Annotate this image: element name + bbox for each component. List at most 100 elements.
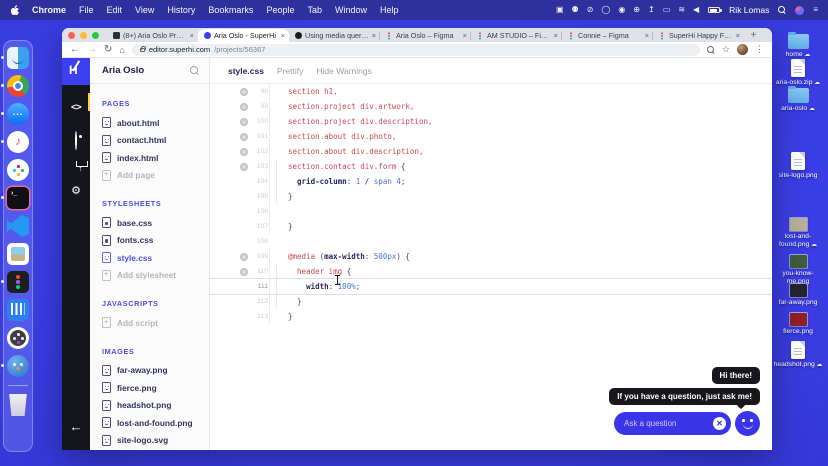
- tab-using-media-queries-css-c[interactable]: Using media queries - CSS: C×: [289, 29, 380, 42]
- code-line-112[interactable]: 112 }: [210, 294, 772, 309]
- menu-chrome[interactable]: Chrome: [32, 5, 66, 15]
- music-app-icon[interactable]: [7, 131, 29, 153]
- zoom-icon[interactable]: [707, 46, 715, 54]
- code-view-icon[interactable]: <>: [62, 97, 90, 115]
- do-not-disturb-icon[interactable]: ⊘: [587, 6, 594, 14]
- back-arrow-button[interactable]: ←: [70, 419, 83, 434]
- menu-help[interactable]: Help: [380, 5, 399, 15]
- desktop-icon-lost-and-found-png[interactable]: lost-and-found.png ☁: [770, 218, 826, 249]
- trash-app-icon[interactable]: [7, 394, 29, 416]
- forward-button[interactable]: →: [87, 45, 97, 55]
- upload-icon[interactable]: ↥: [648, 6, 655, 14]
- menu-edit[interactable]: Edit: [107, 5, 123, 15]
- screen-mirroring-icon[interactable]: ▣: [556, 6, 564, 14]
- display-icon[interactable]: ▭: [663, 6, 671, 14]
- menu-user-name[interactable]: Rik Lomas: [729, 5, 769, 15]
- desktop-icon-home[interactable]: home ☁: [770, 34, 826, 59]
- reel-app-icon[interactable]: [7, 327, 29, 349]
- settings-gear-icon[interactable]: ⚙: [62, 184, 90, 197]
- prettify-button[interactable]: Prettify: [277, 66, 303, 76]
- tab-superhi-happy-flowers-fig[interactable]: SuperHi Happy Flowers – Fig×: [653, 29, 744, 42]
- tab-close-icon[interactable]: ×: [190, 32, 194, 40]
- sidebar-item-headshot-png[interactable]: headshot.png: [102, 397, 209, 415]
- code-line-99[interactable]: 99section.project div.artwork,: [210, 99, 772, 114]
- sidebar-item-base-css[interactable]: base.css: [102, 214, 209, 232]
- loop-icon[interactable]: ◯: [601, 6, 610, 14]
- code-line-108[interactable]: 108: [210, 234, 772, 249]
- apple-menu-icon[interactable]: [10, 5, 20, 16]
- menu-tab[interactable]: Tab: [307, 5, 322, 15]
- tab-close-icon[interactable]: ×: [372, 32, 376, 40]
- spotlight-icon[interactable]: [778, 6, 786, 14]
- code-line-102[interactable]: 102section.about div.description,: [210, 144, 772, 159]
- code-line-98[interactable]: 98section h1,: [210, 84, 772, 99]
- menu-history[interactable]: History: [167, 5, 195, 15]
- tab-close-icon[interactable]: ×: [736, 32, 740, 40]
- new-tab-button[interactable]: +: [747, 29, 760, 42]
- sidebar-item-fonts-css[interactable]: fonts.css: [102, 232, 209, 250]
- code-editor[interactable]: 98section h1,99section.project div.artwo…: [210, 84, 772, 324]
- tab-close-icon[interactable]: ×: [645, 32, 649, 40]
- menu-people[interactable]: People: [266, 5, 294, 15]
- profile-avatar[interactable]: [737, 44, 748, 55]
- desktop-icon-headshot-png[interactable]: headshot.png ☁: [770, 341, 826, 369]
- siri-icon[interactable]: [795, 6, 804, 15]
- menu-file[interactable]: File: [79, 5, 94, 15]
- code-line-100[interactable]: 100section.project div.description,: [210, 114, 772, 129]
- address-bar[interactable]: editor.superhi.com/projects/56367: [132, 44, 700, 56]
- maximize-window-button[interactable]: [92, 32, 99, 39]
- tab-aria-oslo-figma[interactable]: Aria Oslo – Figma×: [380, 29, 471, 42]
- critter-app-icon[interactable]: [7, 355, 29, 377]
- code-line-105[interactable]: 105}: [210, 189, 772, 204]
- sidebar-item-add-page[interactable]: Add page: [102, 167, 209, 185]
- tab-am-studio-figma[interactable]: AM STUDIO – Figma×: [471, 29, 562, 42]
- chat-smiley-button[interactable]: [735, 411, 760, 436]
- bookmark-star-icon[interactable]: ☆: [722, 44, 730, 55]
- sidebar-item-fierce-png[interactable]: fierce.png: [102, 379, 209, 397]
- chrome-app-icon[interactable]: [7, 75, 29, 97]
- sidebar-item-about-html[interactable]: about.html: [102, 114, 209, 132]
- messages-app-icon[interactable]: [7, 103, 29, 125]
- open-file-tab[interactable]: style.css: [228, 66, 264, 76]
- terminal-app-icon[interactable]: [7, 187, 29, 209]
- code-line-109[interactable]: 109@media (max-width: 500px) {: [210, 249, 772, 264]
- code-line-103[interactable]: 103section.contact div.form {: [210, 159, 772, 174]
- sidebar-search-icon[interactable]: [190, 66, 199, 75]
- menu-bookmarks[interactable]: Bookmarks: [208, 5, 253, 15]
- desktop-icon-site-logo-png[interactable]: site-logo.png: [770, 152, 826, 180]
- desktop-icon-aria-oslo-zip[interactable]: aria-oslo.zip ☁: [770, 59, 826, 87]
- striped-app-icon[interactable]: [7, 299, 29, 321]
- volume-icon[interactable]: ◀: [693, 6, 699, 14]
- home-button[interactable]: ⌂: [119, 45, 124, 55]
- sidebar-item-contact-html[interactable]: contact.html: [102, 132, 209, 150]
- code-line-111[interactable]: 111 width: 100%;: [210, 279, 772, 294]
- wifi-icon[interactable]: ≋: [678, 6, 685, 14]
- sidebar-item-add-stylesheet[interactable]: Add stylesheet: [102, 267, 209, 285]
- menu-view[interactable]: View: [135, 5, 154, 15]
- sidebar-item-far-away-png[interactable]: far-away.png: [102, 362, 209, 380]
- record-icon[interactable]: ◉: [618, 6, 625, 14]
- sidebar-item-add-script[interactable]: Add script: [102, 314, 209, 332]
- sidebar-item-index-html[interactable]: index.html: [102, 149, 209, 167]
- browser-menu-icon[interactable]: ⋮: [755, 44, 764, 55]
- figma-app-icon[interactable]: [7, 271, 29, 293]
- chat-input[interactable]: Ask a question ✕: [614, 412, 731, 435]
- desktop-icon-far-away-png[interactable]: far-away.png: [770, 284, 826, 307]
- code-line-110[interactable]: 110 header img {: [210, 264, 772, 279]
- sidebar-item-style-css[interactable]: style.css: [102, 249, 209, 267]
- preview-app-icon[interactable]: [7, 243, 29, 265]
- code-line-106[interactable]: 106: [210, 204, 772, 219]
- finder-app-icon[interactable]: [7, 47, 29, 69]
- network-icon[interactable]: ⊕: [633, 6, 640, 14]
- chat-close-icon[interactable]: ✕: [713, 417, 726, 430]
- notification-center-icon[interactable]: ≡: [813, 6, 818, 14]
- tab-close-icon[interactable]: ×: [281, 32, 285, 40]
- tab-connie-figma[interactable]: Connie – Figma×: [562, 29, 653, 42]
- tab-aria-oslo-superhi[interactable]: Aria Oslo - SuperHi×: [198, 29, 289, 42]
- code-line-113[interactable]: 113}: [210, 309, 772, 324]
- tab-8-aria-oslo-project[interactable]: (8+) Aria Oslo Project×: [107, 29, 198, 42]
- desktop-icon-fierce-png[interactable]: fierce.png: [770, 313, 826, 336]
- code-line-104[interactable]: 104 grid-column: 1 / span 4;: [210, 174, 772, 189]
- preview-eye-icon[interactable]: [62, 132, 90, 150]
- vscode-app-icon[interactable]: [7, 215, 29, 237]
